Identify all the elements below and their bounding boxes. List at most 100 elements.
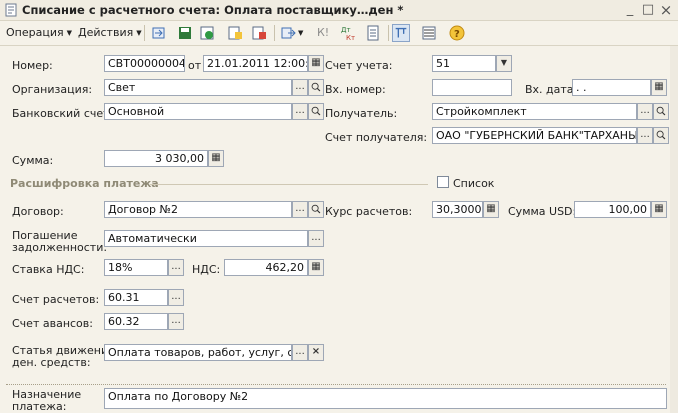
scrollbar[interactable]	[670, 46, 678, 413]
org-label: Организация:	[12, 83, 93, 96]
recipient-select-button[interactable]: ...	[637, 103, 653, 120]
vat-rate-field[interactable]: 18%	[104, 259, 168, 276]
close-button[interactable]: ×	[658, 2, 674, 18]
operation-menu-label: Операция	[6, 26, 64, 39]
bank-field[interactable]: Основной	[104, 103, 292, 120]
toolbar-separator	[388, 25, 389, 41]
go-to-icon[interactable]	[280, 24, 298, 42]
minimize-button[interactable]: _	[622, 2, 638, 18]
operation-menu[interactable]: Операция ▼	[6, 25, 72, 41]
settlement-account-select-button[interactable]: ...	[168, 289, 184, 306]
settlement-account-label: Счет расчетов:	[12, 293, 100, 306]
actions-menu[interactable]: Действия ▼	[78, 25, 142, 41]
calculator-icon[interactable]: ▦	[308, 259, 324, 276]
number-label: Номер:	[12, 59, 53, 72]
list-checkbox[interactable]	[437, 176, 449, 188]
repayment-field[interactable]: Автоматически	[104, 230, 308, 247]
account-dropdown-icon[interactable]: ▼	[496, 55, 512, 72]
actions-menu-label: Действия	[78, 26, 134, 39]
rate-label: Курс расчетов:	[325, 205, 413, 218]
document-window: Списание с расчетного счета: Оплата пост…	[0, 0, 678, 413]
advance-account-label: Счет авансов:	[12, 317, 93, 330]
repayment-select-button[interactable]: ...	[308, 230, 324, 247]
recipient-search-icon[interactable]	[653, 103, 669, 120]
calculator-icon[interactable]: ▦	[483, 201, 499, 218]
account-label: Счет учета:	[325, 59, 393, 72]
svg-text:Кт: Кт	[346, 34, 355, 42]
contract-field[interactable]: Договор №2	[104, 201, 292, 218]
filter-icon[interactable]	[392, 24, 410, 42]
vat-field[interactable]: 462,20	[224, 259, 308, 276]
vat-label: НДС:	[192, 263, 221, 276]
sum-label: Сумма:	[12, 154, 54, 167]
vat-rate-label: Ставка НДС:	[12, 263, 85, 276]
section-divider	[150, 184, 428, 185]
create-based-on-icon[interactable]	[226, 24, 244, 42]
account-field[interactable]: 51	[432, 55, 496, 72]
purpose-field[interactable]: Оплата по Договору №2	[104, 388, 667, 409]
settlement-account-field[interactable]: 60.31	[104, 289, 168, 306]
post-and-close-icon[interactable]	[150, 24, 168, 42]
list-checkbox-label: Список	[453, 177, 495, 190]
calculator-icon[interactable]: ▦	[208, 150, 224, 167]
number-field[interactable]: СВТ00000004	[104, 55, 185, 72]
recipient-label: Получатель:	[325, 107, 398, 120]
clear-icon[interactable]: ×	[308, 344, 324, 361]
cash-flow-select-button[interactable]: ...	[292, 344, 308, 361]
payment-section-title: Расшифровка платежа	[10, 177, 159, 190]
bank-label: Банковский счет:	[12, 107, 114, 120]
org-field[interactable]: Свет	[104, 79, 292, 96]
post-document-icon[interactable]	[198, 24, 216, 42]
go-to-arrow-icon[interactable]: ▼	[298, 25, 303, 41]
vat-rate-select-button[interactable]: ...	[168, 259, 184, 276]
calendar-icon[interactable]: ▦	[651, 79, 667, 96]
kl-button[interactable]: К!	[317, 25, 329, 41]
rate-field[interactable]: 30,3000	[432, 201, 483, 218]
help-icon[interactable]: ?	[448, 24, 466, 42]
calendar-icon[interactable]: ▦	[308, 55, 324, 72]
contract-select-button[interactable]: ...	[292, 201, 308, 218]
org-search-icon[interactable]	[308, 79, 324, 96]
in-number-label: Вх. номер:	[325, 83, 386, 96]
cash-flow-field[interactable]: Оплата товаров, работ, услуг, сырья	[104, 344, 292, 361]
title-bar: Списание с расчетного счета: Оплата пост…	[0, 0, 678, 21]
recipient-account-search-icon[interactable]	[653, 127, 669, 144]
recipient-account-select-button[interactable]: ...	[637, 127, 653, 144]
settings-list-icon[interactable]	[420, 24, 438, 42]
dropdown-arrow-icon: ▼	[66, 29, 72, 37]
recipient-account-field[interactable]: ОАО "ГУБЕРНСКИЙ БАНК"ТАРХАНЫ"	[432, 127, 637, 144]
toolbar-separator	[274, 25, 275, 41]
toolbar: Операция ▼ Действия ▼ ▼ К! Дт Кт ?	[0, 21, 678, 46]
recipient-account-label: Счет получателя:	[325, 131, 428, 144]
toolbar-separator	[144, 25, 145, 41]
contract-search-icon[interactable]	[308, 201, 324, 218]
maximize-button[interactable]: □	[640, 2, 656, 18]
dt-kt-icon[interactable]: ДтКт	[340, 24, 358, 42]
print-doc-icon[interactable]	[250, 24, 268, 42]
date-from-label: от	[188, 59, 202, 72]
svg-text:?: ?	[454, 29, 460, 40]
sum-field[interactable]: 3 030,00	[104, 150, 208, 167]
window-title: Списание с расчетного счета: Оплата пост…	[22, 3, 404, 17]
in-number-field[interactable]	[432, 79, 512, 96]
bank-search-icon[interactable]	[308, 103, 324, 120]
cash-flow-label-line2: ден. средств:	[12, 356, 91, 369]
document-icon	[5, 3, 17, 17]
advance-account-field[interactable]: 60.32	[104, 313, 168, 330]
usd-sum-field[interactable]: 100,00	[574, 201, 651, 218]
structure-icon[interactable]	[364, 24, 382, 42]
advance-account-select-button[interactable]: ...	[168, 313, 184, 330]
repayment-label-line2: задолженности:	[12, 241, 108, 254]
date-field[interactable]: 21.01.2011 12:00:00	[203, 55, 308, 72]
svg-text:Дт: Дт	[341, 26, 351, 34]
org-select-button[interactable]: ...	[292, 79, 308, 96]
bank-select-button[interactable]: ...	[292, 103, 308, 120]
save-icon[interactable]	[176, 24, 194, 42]
in-date-label: Вх. дата:	[525, 83, 578, 96]
recipient-field[interactable]: Стройкомплект	[432, 103, 637, 120]
form-divider	[6, 384, 666, 385]
in-date-field[interactable]: . .	[572, 79, 651, 96]
usd-sum-label: Сумма USD:	[508, 205, 577, 218]
dropdown-arrow-icon: ▼	[136, 29, 142, 37]
calculator-icon[interactable]: ▦	[651, 201, 667, 218]
